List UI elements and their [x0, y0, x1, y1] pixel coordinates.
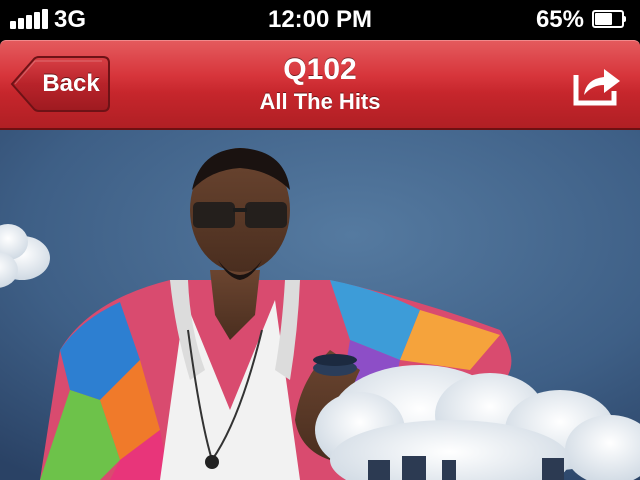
battery-percentage: 65%: [535, 6, 584, 33]
album-artwork: [0, 130, 640, 480]
station-subtitle: All The Hits: [259, 89, 381, 114]
navigation-bar: Back Q102 All The Hits: [0, 40, 640, 130]
battery-icon: [592, 10, 626, 28]
back-button[interactable]: Back: [10, 56, 110, 112]
album-art-image: [0, 130, 640, 480]
status-bar: 3G 12:00 PM 65%: [0, 0, 640, 40]
share-icon: [573, 69, 620, 106]
back-button-label: Back: [42, 70, 100, 97]
screen: 3G 12:00 PM 65% Back Q102 All The Hits: [0, 0, 640, 480]
station-title: Q102: [283, 53, 357, 86]
share-button[interactable]: [572, 61, 626, 107]
